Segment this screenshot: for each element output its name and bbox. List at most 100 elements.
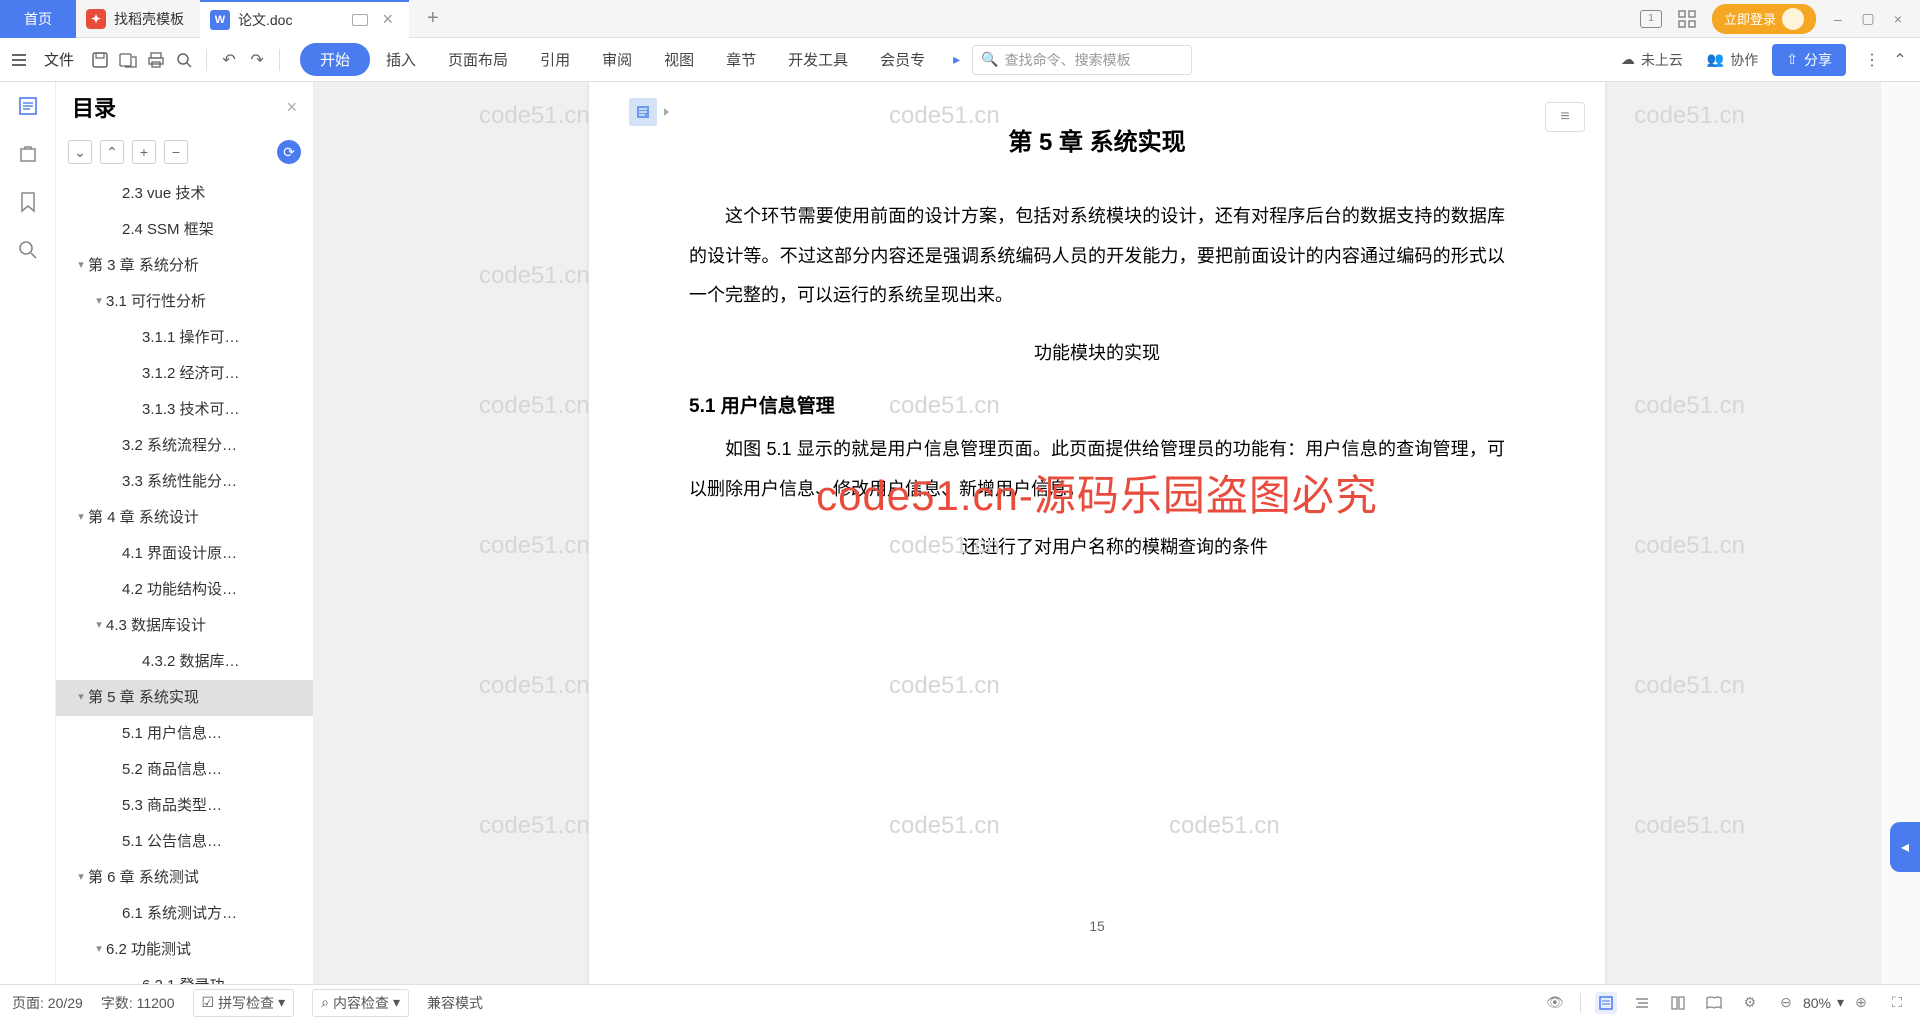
kebab-icon[interactable]: ⋮ xyxy=(1860,48,1884,72)
outline-item[interactable]: ▾第 6 章 系统测试 xyxy=(56,860,313,896)
outline-item[interactable]: 3.1.2 经济可… xyxy=(56,356,313,392)
window-icon[interactable] xyxy=(352,14,368,26)
outline-item[interactable]: 4.1 界面设计原… xyxy=(56,536,313,572)
outline-item[interactable]: ▾第 4 章 系统设计 xyxy=(56,500,313,536)
chevron-down-icon[interactable]: ▾ xyxy=(74,689,88,707)
outline-sync-icon[interactable]: ⟳ xyxy=(277,140,301,164)
chevron-down-icon[interactable]: ▾ xyxy=(1837,994,1844,1011)
outline-item[interactable]: ▾第 5 章 系统实现 xyxy=(56,680,313,716)
chevron-down-icon[interactable]: ▾ xyxy=(74,869,88,887)
file-menu[interactable]: 文件 xyxy=(34,49,84,70)
paragraph-menu-icon[interactable] xyxy=(629,98,657,126)
read-mode-icon[interactable]: 👁 xyxy=(1544,992,1566,1014)
outline-item[interactable]: ▾6.2 功能测试 xyxy=(56,932,313,968)
chevron-down-icon[interactable]: ▾ xyxy=(92,941,106,959)
apps-icon[interactable] xyxy=(1676,10,1698,28)
outline-view-icon[interactable] xyxy=(1631,992,1653,1014)
chevron-down-icon[interactable]: ▾ xyxy=(74,509,88,527)
outline-item[interactable]: 6.2.1 登录功… xyxy=(56,968,313,984)
right-gutter: ◂ xyxy=(1880,82,1920,984)
settings-icon[interactable]: ⚙ xyxy=(1739,992,1761,1014)
zoom-in-button[interactable]: ⊕ xyxy=(1850,992,1872,1014)
ribbon-tab[interactable]: 引用 xyxy=(524,43,586,76)
collapse-all-button[interactable]: ⌄ xyxy=(68,140,92,164)
outline-item[interactable]: 3.2 系统流程分… xyxy=(56,428,313,464)
page-indicator[interactable]: 页面: 20/29 xyxy=(12,993,83,1013)
bookmark-rail-icon[interactable] xyxy=(16,190,40,214)
outline-item[interactable]: 3.1.1 操作可… xyxy=(56,320,313,356)
outline-item[interactable]: 6.1 系统测试方… xyxy=(56,896,313,932)
close-outline-icon[interactable]: × xyxy=(286,97,297,118)
ribbon-tab[interactable]: 审阅 xyxy=(586,43,648,76)
outline-item[interactable]: 5.3 商品类型… xyxy=(56,788,313,824)
collapse-pane-icon[interactable]: ≡ xyxy=(1545,102,1585,132)
outline-item[interactable]: ▾3.1 可行性分析 xyxy=(56,284,313,320)
print-icon[interactable] xyxy=(144,48,168,72)
chevron-down-icon[interactable]: ▾ xyxy=(74,257,88,275)
new-tab-button[interactable]: + xyxy=(409,0,457,38)
save-icon[interactable] xyxy=(88,48,112,72)
outline-item[interactable]: 4.3.2 数据库… xyxy=(56,644,313,680)
remove-heading-button[interactable]: − xyxy=(164,140,188,164)
expand-all-button[interactable]: ⌃ xyxy=(100,140,124,164)
page-view-icon[interactable] xyxy=(1595,992,1617,1014)
ribbon-tab[interactable]: 开发工具 xyxy=(772,43,864,76)
ribbon-tab[interactable]: 页面布局 xyxy=(432,43,524,76)
collapse-ribbon-icon[interactable]: ⌃ xyxy=(1888,48,1912,72)
tab-template[interactable]: ✦ 找稻壳模板 xyxy=(76,0,200,38)
outline-item[interactable]: 2.4 SSM 框架 xyxy=(56,212,313,248)
tab-home[interactable]: 首页 xyxy=(0,0,76,38)
outline-item[interactable]: 2.3 vue 技术 xyxy=(56,176,313,212)
zoom-out-button[interactable]: ⊖ xyxy=(1775,992,1797,1014)
close-tab-icon[interactable]: × xyxy=(382,9,393,30)
chevron-down-icon[interactable]: ▾ xyxy=(92,617,106,635)
zoom-value[interactable]: 80% xyxy=(1803,995,1831,1011)
cloud-status[interactable]: ☁ 未上云 xyxy=(1611,50,1693,70)
search-rail-icon[interactable] xyxy=(16,238,40,262)
menu-more-icon[interactable]: ▸ xyxy=(953,51,960,68)
side-tab-icon[interactable]: ◂ xyxy=(1890,822,1920,872)
login-button[interactable]: 立即登录 xyxy=(1712,4,1816,34)
word-count[interactable]: 字数: 11200 xyxy=(101,993,175,1013)
chevron-down-icon[interactable]: ▾ xyxy=(92,293,106,311)
redo-icon[interactable]: ↷ xyxy=(245,48,269,72)
collab-button[interactable]: 👥 协作 xyxy=(1697,50,1768,70)
compat-mode[interactable]: 兼容模式 xyxy=(427,993,483,1013)
ribbon-tab[interactable]: 开始 xyxy=(300,43,370,76)
document-viewport[interactable]: ≡ 第 5 章 系统实现 这个环节需要使用前面的设计方案，包括对系统模块的设计，… xyxy=(314,82,1880,984)
maximize-button[interactable]: ▢ xyxy=(1860,11,1876,27)
fullscreen-icon[interactable]: ⛶ xyxy=(1886,992,1908,1014)
share-button[interactable]: ⇧ 分享 xyxy=(1772,44,1846,76)
outline-item[interactable]: 3.1.3 技术可… xyxy=(56,392,313,428)
outline-tree[interactable]: 2.3 vue 技术2.4 SSM 框架▾第 3 章 系统分析▾3.1 可行性分… xyxy=(56,172,313,984)
ribbon-tab[interactable]: 插入 xyxy=(370,43,432,76)
hamburger-icon[interactable] xyxy=(8,54,30,66)
tab-document[interactable]: W 论文.doc × xyxy=(200,0,409,38)
outline-item[interactable]: 5.1 用户信息… xyxy=(56,716,313,752)
outline-rail-icon[interactable] xyxy=(16,94,40,118)
outline-item[interactable]: 5.2 商品信息… xyxy=(56,752,313,788)
close-button[interactable]: × xyxy=(1890,11,1906,27)
ribbon-tab[interactable]: 会员专 xyxy=(864,43,941,76)
saveas-icon[interactable] xyxy=(116,48,140,72)
preview-icon[interactable] xyxy=(172,48,196,72)
outline-item[interactable]: ▾4.3 数据库设计 xyxy=(56,608,313,644)
command-search[interactable]: 🔍 查找命令、搜索模板 xyxy=(972,45,1192,75)
undo-icon[interactable]: ↶ xyxy=(217,48,241,72)
attachment-rail-icon[interactable] xyxy=(16,142,40,166)
layout-icon[interactable]: 1 xyxy=(1640,10,1662,28)
outline-item-label: 第 3 章 系统分析 xyxy=(88,254,199,278)
outline-item[interactable]: ▾第 3 章 系统分析 xyxy=(56,248,313,284)
outline-item[interactable]: 4.2 功能结构设… xyxy=(56,572,313,608)
ribbon-tab[interactable]: 章节 xyxy=(710,43,772,76)
outline-item-label: 5.1 用户信息… xyxy=(122,722,222,746)
outline-item[interactable]: 3.3 系统性能分… xyxy=(56,464,313,500)
spellcheck-button[interactable]: ☑ 拼写检查 ▾ xyxy=(193,989,295,1017)
reading-view-icon[interactable] xyxy=(1703,992,1725,1014)
minimize-button[interactable]: – xyxy=(1830,11,1846,27)
ribbon-tab[interactable]: 视图 xyxy=(648,43,710,76)
web-view-icon[interactable] xyxy=(1667,992,1689,1014)
content-check-button[interactable]: ⌕ 内容检查 ▾ xyxy=(312,989,409,1017)
add-heading-button[interactable]: + xyxy=(132,140,156,164)
outline-item[interactable]: 5.1 公告信息… xyxy=(56,824,313,860)
